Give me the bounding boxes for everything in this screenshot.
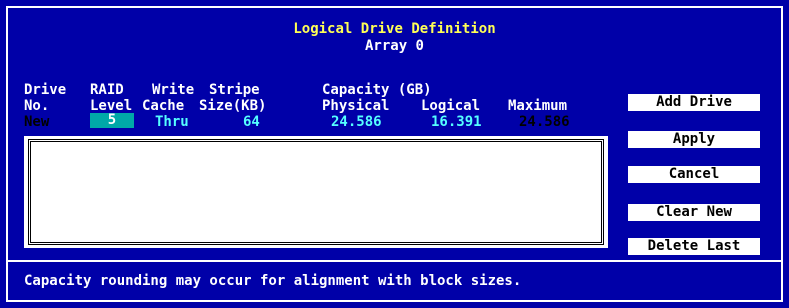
header-capacity: Capacity (GB) [322, 82, 432, 98]
maximum-capacity-value: 24.586 [519, 114, 570, 130]
write-cache-field[interactable]: Thru [155, 114, 189, 130]
header-write-line2: Cache [142, 98, 185, 114]
status-divider [6, 260, 783, 262]
add-drive-button[interactable]: Add Drive [628, 94, 760, 111]
header-physical: Physical [322, 98, 390, 114]
header-logical: Logical [421, 98, 481, 114]
header-maximum: Maximum [508, 98, 568, 114]
header-drive-line2: No. [24, 98, 50, 114]
header-write-line1: Write [152, 82, 195, 98]
cancel-button[interactable]: Cancel [628, 166, 760, 183]
stripe-size-field[interactable]: 64 [243, 114, 260, 130]
physical-capacity-value: 24.586 [331, 114, 382, 130]
logical-drive-list[interactable] [24, 136, 608, 248]
dialog-subtitle: Array 0 [364, 38, 424, 54]
logical-drive-list-border [28, 139, 604, 245]
raid-level-field[interactable]: 5 [90, 113, 134, 128]
apply-button[interactable]: Apply [628, 131, 760, 148]
new-drive-label: New [24, 114, 50, 130]
status-message: Capacity rounding may occur for alignmen… [24, 273, 522, 289]
dialog-title: Logical Drive Definition [293, 21, 496, 37]
header-stripe-line2: Size(KB) [199, 98, 267, 114]
header-drive-line1: Drive [24, 82, 67, 98]
logical-capacity-field[interactable]: 16.391 [431, 114, 482, 130]
header-stripe-line1: Stripe [209, 82, 260, 98]
delete-last-button[interactable]: Delete Last [628, 238, 760, 255]
header-raid-line1: RAID [90, 82, 124, 98]
logical-drive-definition-dialog: Logical Drive Definition Array 0 Drive R… [0, 0, 789, 308]
clear-new-button[interactable]: Clear New [628, 204, 760, 221]
